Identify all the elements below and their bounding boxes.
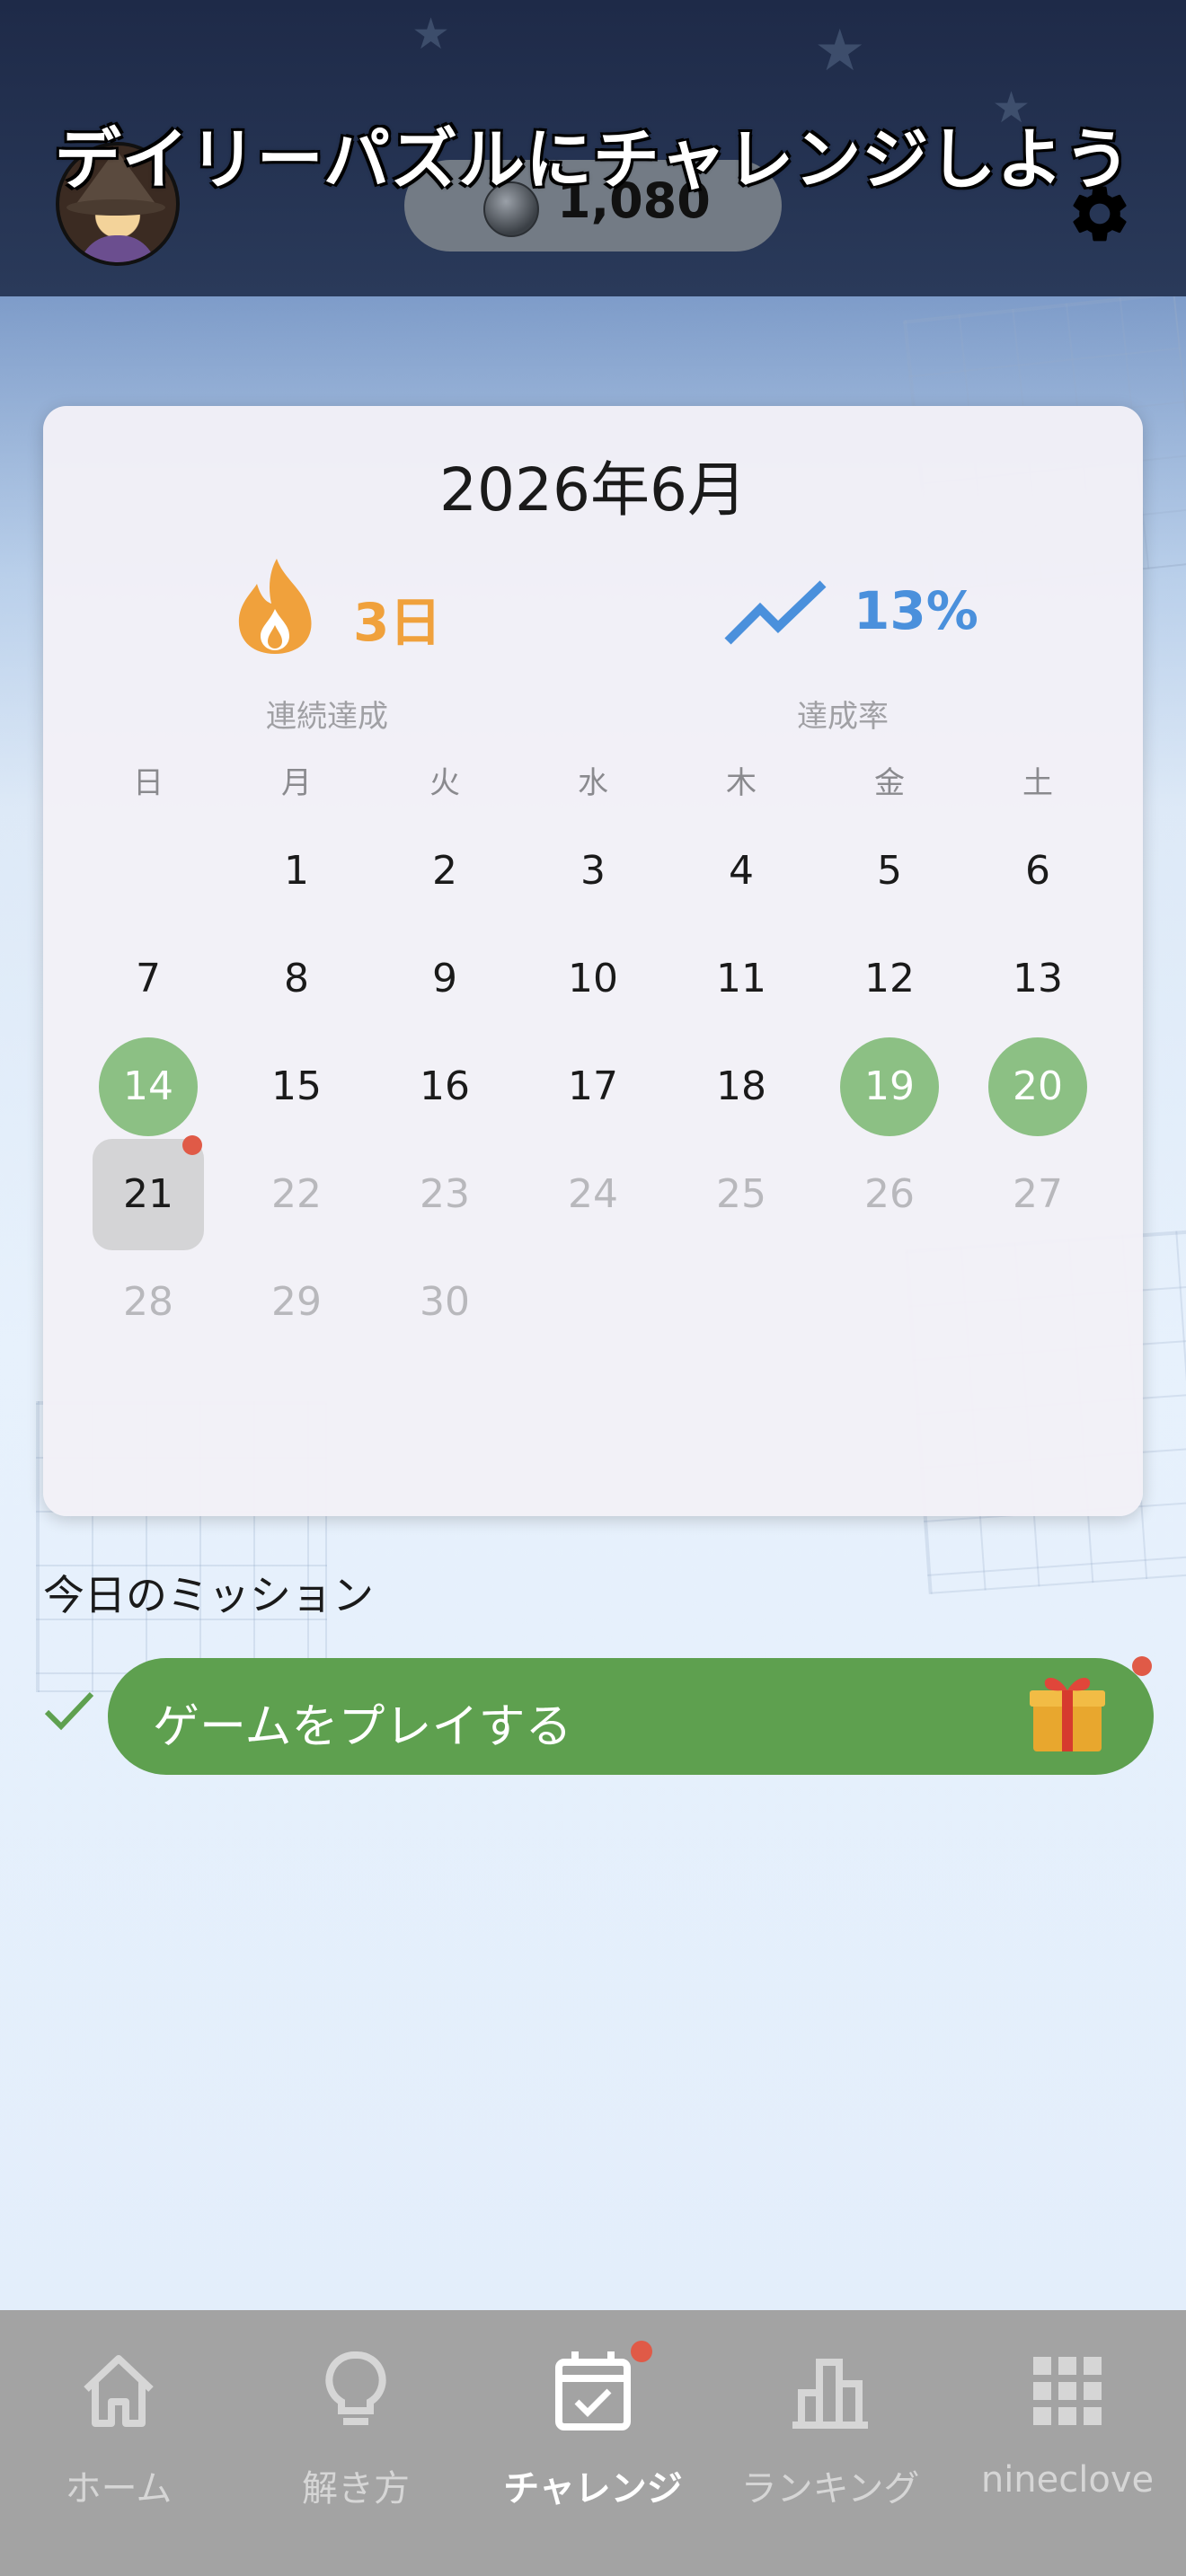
calendar-day[interactable]: 19 <box>840 1037 939 1136</box>
header: ★ ★ ★ 1,080 デイリーパズルにチャレンジしよう <box>0 0 1186 296</box>
tab-label: ランキング <box>740 2468 920 2510</box>
calendar-day[interactable]: 15 <box>247 1037 346 1136</box>
rate-value: 13% <box>854 580 978 641</box>
weekday-label: 金 <box>874 765 905 801</box>
notification-dot <box>1132 1656 1152 1676</box>
rate-label: 達成率 <box>797 699 889 735</box>
flame-icon <box>238 559 312 654</box>
calendar-day[interactable]: 13 <box>988 930 1087 1028</box>
calendar-day: 23 <box>420 1171 470 1217</box>
tab-home[interactable]: ホーム <box>0 2310 237 2576</box>
play-game-label: ゲームをプレイする <box>153 1700 572 1754</box>
home-icon <box>84 2355 154 2427</box>
tab-challenge[interactable]: チャレンジ <box>474 2310 712 2576</box>
weekday-label: 日 <box>133 765 164 801</box>
calendar-check-icon <box>555 2351 631 2430</box>
calendar-card: 2026年6月 3日 13% 連続達成 達成率 日月火水木金土 12345678… <box>43 406 1143 1516</box>
calendar-day[interactable]: 7 <box>99 930 198 1028</box>
bar-chart-icon <box>792 2359 868 2429</box>
calendar-day: 25 <box>716 1171 766 1217</box>
tab-ranking[interactable]: ランキング <box>712 2310 949 2576</box>
calendar-day[interactable]: 6 <box>988 822 1087 921</box>
calendar-day: 29 <box>271 1279 322 1325</box>
month-label: 2026年6月 <box>439 455 747 525</box>
calendar-day[interactable]: 16 <box>395 1037 494 1136</box>
calendar-day[interactable]: 17 <box>544 1037 642 1136</box>
calendar-day: 28 <box>123 1279 173 1325</box>
calendar-day[interactable]: 5 <box>840 822 939 921</box>
weekday-label: 水 <box>578 765 608 801</box>
gear-icon[interactable] <box>1066 180 1134 248</box>
grid-icon <box>1033 2357 1102 2425</box>
calendar-day[interactable]: 10 <box>544 930 642 1028</box>
calendar-day[interactable]: 3 <box>544 822 642 921</box>
calendar-day[interactable]: 20 <box>988 1037 1087 1136</box>
calendar-day[interactable]: 18 <box>692 1037 791 1136</box>
calendar-day: 26 <box>864 1171 915 1217</box>
tab-label: チャレンジ <box>503 2468 683 2510</box>
weekday-label: 月 <box>281 765 312 801</box>
calendar-day[interactable]: 12 <box>840 930 939 1028</box>
lightbulb-icon <box>325 2351 386 2425</box>
tab-how-to-solve[interactable]: 解き方 <box>237 2310 474 2576</box>
tab-label: ホーム <box>65 2468 173 2510</box>
calendar-day[interactable]: 14 <box>99 1037 198 1136</box>
calendar-day: 30 <box>420 1279 470 1325</box>
notification-dot <box>182 1135 202 1155</box>
calendar-day[interactable]: 8 <box>247 930 346 1028</box>
tab-label: nineclove <box>980 2459 1155 2501</box>
star-icon: ★ <box>412 9 451 59</box>
streak-label: 連続達成 <box>266 699 388 735</box>
notification-dot <box>631 2341 652 2362</box>
page-title: デイリーパズルにチャレンジしよう <box>54 121 1132 198</box>
calendar-day[interactable]: 11 <box>692 930 791 1028</box>
calendar-day: 22 <box>271 1171 322 1217</box>
bottom-tab-bar: ホーム 解き方 チャレンジ ランキング nineclove <box>0 2310 1186 2576</box>
weekday-label: 土 <box>1022 765 1053 801</box>
check-icon <box>44 1691 94 1731</box>
calendar-day: 27 <box>1013 1171 1063 1217</box>
calendar-day[interactable]: 2 <box>395 822 494 921</box>
tab-label: 解き方 <box>302 2468 410 2510</box>
play-game-button[interactable]: ゲームをプレイする <box>108 1658 1154 1775</box>
trend-up-icon <box>724 580 827 645</box>
tab-nineclove[interactable]: nineclove <box>949 2310 1186 2576</box>
calendar-day[interactable]: 21 <box>93 1139 204 1250</box>
weekday-label: 木 <box>726 765 757 801</box>
calendar-day[interactable]: 1 <box>247 822 346 921</box>
calendar-day[interactable]: 4 <box>692 822 791 921</box>
calendar-day[interactable]: 9 <box>395 930 494 1028</box>
mission-title: 今日のミッション <box>43 1571 374 1619</box>
calendar-day: 24 <box>568 1171 618 1217</box>
star-icon: ★ <box>814 18 866 84</box>
weekday-label: 火 <box>429 765 460 801</box>
gift-icon[interactable] <box>1024 1669 1111 1755</box>
streak-value: 3日 <box>353 592 442 653</box>
